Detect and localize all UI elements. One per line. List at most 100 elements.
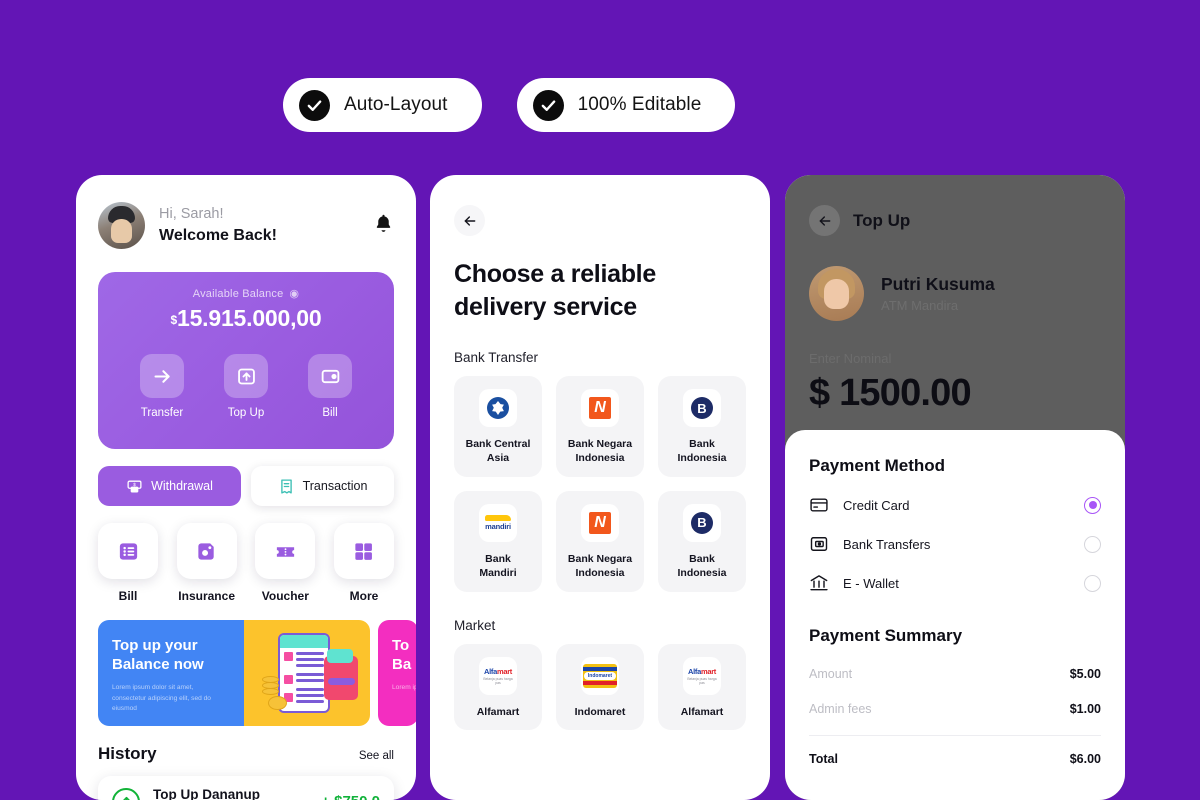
bank-label-line1: Bank Central (465, 438, 531, 450)
quick-label: More (349, 589, 379, 603)
bank-option-bni-2[interactable]: Bank Negara Indonesia (556, 490, 644, 592)
eye-toggle-icon[interactable]: ◉ (289, 287, 299, 300)
summary-row-admin-fees: Admin fees $1.00 (809, 702, 1101, 716)
back-button[interactable] (809, 205, 840, 236)
market-label: Alfamart (476, 705, 520, 718)
action-transfer[interactable]: Transfer (140, 354, 184, 419)
quick-insurance[interactable]: Insurance (176, 523, 237, 603)
promo-title-line1: Top up your (112, 637, 198, 654)
check-circle-icon (532, 89, 564, 121)
balance-actions: Transfer Top Up Bill (98, 332, 394, 419)
promo-card-pink[interactable]: To Ba Lorem ip adipisc (378, 620, 416, 726)
market-grid: Alfamart Belanja puas harga pas Alfamart … (454, 643, 746, 731)
promo-body: Lorem ipsum dolor sit amet, consectetur … (112, 684, 211, 712)
summary-row-amount: Amount $5.00 (809, 667, 1101, 681)
mandiri-logo: mandiri (479, 503, 517, 542)
market-label: Alfamart (680, 705, 724, 718)
market-option-alfamart-2[interactable]: Alfamart Belanja puas harga pas Alfamart (658, 643, 746, 731)
promo-title: To Ba (392, 636, 416, 674)
page-title: Choose a reliable delivery service (454, 258, 746, 324)
balance-card: Available Balance ◉ $15.915.000,00 Trans… (98, 272, 394, 449)
bank-option-bi-2[interactable]: Bank Indonesia (658, 490, 746, 592)
payment-method-bank-transfers[interactable]: Bank Transfers (809, 534, 1101, 554)
phone-screen-choose-service: Choose a reliable delivery service Bank … (430, 175, 770, 800)
avatar (98, 202, 145, 249)
bank-option-bi[interactable]: Bank Indonesia (658, 376, 746, 477)
notification-bell-icon[interactable] (373, 213, 394, 238)
market-option-alfamart[interactable]: Alfamart Belanja puas harga pas Alfamart (454, 643, 542, 731)
wallet-icon (308, 354, 352, 398)
bank-label: Bank Indonesia (664, 552, 740, 581)
bni-logo (581, 389, 619, 427)
quick-more[interactable]: More (333, 523, 394, 603)
upload-box-icon (224, 354, 268, 398)
radio-credit-card[interactable] (1084, 496, 1101, 514)
bank-label: Bank Central Asia (460, 437, 536, 466)
check-circle-icon (299, 89, 330, 121)
history-header: History See all (98, 744, 394, 764)
bank-label-line2: Mandiri (479, 567, 517, 580)
bank-option-mandiri[interactable]: mandiri Bank Mandiri (454, 490, 542, 592)
badge-label: Auto-Layout (344, 94, 448, 115)
bank-transfer-icon (810, 537, 828, 551)
grid-more-icon (333, 523, 394, 579)
radio-bank-transfers[interactable] (1084, 535, 1101, 553)
bank-label-line2: Indonesia (575, 567, 625, 580)
e-wallet-bank-icon (810, 575, 828, 591)
payment-method-e-wallet[interactable]: E - Wallet (809, 573, 1101, 593)
bank-label-line2: Asia (486, 452, 510, 465)
bni-logo (581, 503, 619, 542)
promo-card-blue[interactable]: Top up your Balance now Lorem ipsum dolo… (98, 620, 370, 726)
screenshot-root: Auto-Layout 100% Editable Hi, Sarah! Wel… (0, 0, 1200, 800)
bank-option-bni[interactable]: Bank Negara Indonesia (556, 376, 644, 477)
summary-key: Amount (809, 667, 853, 681)
promo-carousel: Top up your Balance now Lorem ipsum dolo… (98, 620, 416, 726)
greeting-block: Hi, Sarah! Welcome Back! (159, 205, 277, 245)
quick-label: Voucher (261, 589, 309, 603)
action-bill[interactable]: Bill (308, 354, 352, 419)
see-all-link[interactable]: See all (359, 750, 394, 762)
atm-cash-icon: $ (126, 478, 143, 495)
bank-label: Bank Negara Indonesia (562, 552, 638, 581)
back-button[interactable] (454, 205, 485, 236)
history-amount: + $750,0 (321, 793, 380, 800)
quick-actions: Bill Insurance Voucher More (98, 523, 394, 603)
radio-e-wallet[interactable] (1084, 574, 1101, 592)
payment-method-label: Bank Transfers (843, 536, 931, 552)
summary-value: $5.00 (1069, 667, 1101, 681)
bank-label-line1: Bank (689, 438, 715, 450)
market-option-indomaret[interactable]: Indomaret Indomaret (556, 643, 644, 731)
greeting-text: Hi, Sarah! (159, 206, 224, 223)
tab-label: Withdrawal (151, 479, 213, 493)
nominal-value[interactable]: $ 1500.00 (809, 372, 1101, 415)
payment-method-label: E - Wallet (843, 575, 899, 591)
promo-title: Top up your Balance now (112, 636, 244, 674)
arrow-left-icon (819, 215, 830, 226)
tab-transaction[interactable]: Transaction (251, 466, 394, 506)
promo-title-line2: Ba (392, 656, 412, 674)
credit-card-icon (810, 498, 828, 512)
badge-editable: 100% Editable (516, 78, 736, 132)
action-topup[interactable]: Top Up (224, 354, 268, 419)
bi-logo (683, 389, 721, 427)
bank-option-bca[interactable]: Bank Central Asia (454, 376, 542, 477)
welcome-text: Welcome Back! (159, 226, 277, 244)
payment-sheet: Payment Method Credit Card Bank Transfer… (785, 430, 1125, 800)
topup-header-area: Top Up Putri Kusuma ATM Mandira Enter No… (785, 175, 1125, 415)
page-title-line2: delivery service (454, 293, 637, 321)
action-label: Top Up (227, 407, 265, 419)
recipient-avatar (809, 266, 864, 321)
tab-withdrawal[interactable]: $ Withdrawal (98, 466, 241, 506)
bank-label: Bank Mandiri (460, 552, 536, 581)
market-label: Indomaret (574, 705, 626, 718)
history-row[interactable]: Top Up Dananup 17 Apr + $750,0 (98, 776, 394, 800)
summary-row-total: Total $6.00 (809, 752, 1101, 766)
quick-voucher[interactable]: Voucher (255, 523, 316, 603)
promo-title-line1: To (392, 637, 410, 654)
payment-method-credit-card[interactable]: Credit Card (809, 495, 1101, 515)
quick-bill[interactable]: Bill (98, 523, 158, 603)
receipt-icon (278, 478, 295, 495)
balance-label: Available Balance (192, 287, 284, 300)
quick-label: Insurance (178, 589, 235, 603)
bank-label-line1: Bank (485, 552, 511, 565)
